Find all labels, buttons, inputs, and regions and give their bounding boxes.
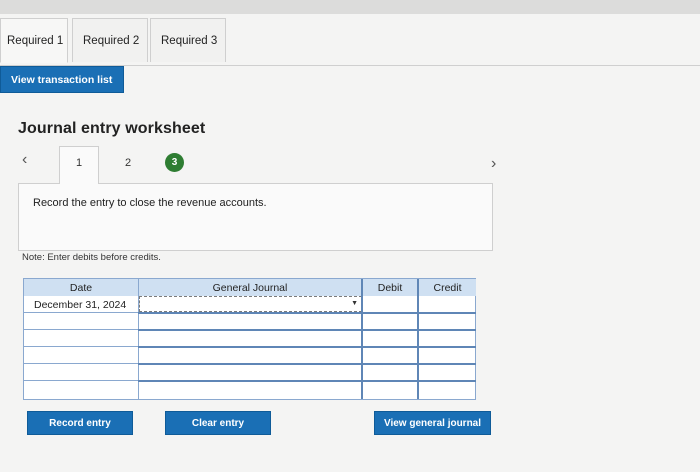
account-select[interactable]: ▼ — [139, 296, 362, 312]
debit-input[interactable] — [363, 314, 417, 329]
chevron-left-icon[interactable]: ‹ — [22, 151, 27, 169]
column-header-general-journal: General Journal — [139, 279, 361, 296]
tab-required-3[interactable]: Required 3 — [150, 18, 226, 62]
column-header-debit: Debit — [362, 279, 418, 296]
account-input[interactable] — [140, 382, 360, 398]
assignment-panel: Required 1 Required 2 Required 3 View tr… — [0, 14, 700, 472]
instruction-box: Record the entry to close the revenue ac… — [18, 183, 493, 251]
column-header-credit: Credit — [419, 279, 476, 296]
tab-required-1[interactable]: Required 1 — [0, 18, 68, 63]
account-input[interactable] — [140, 348, 360, 363]
tab-required-2[interactable]: Required 2 — [72, 18, 148, 62]
required-tabs: Required 1 Required 2 Required 3 — [0, 18, 700, 66]
debit-input[interactable] — [363, 331, 417, 346]
record-entry-button[interactable]: Record entry — [27, 411, 133, 435]
debit-input[interactable] — [363, 348, 417, 363]
column-header-date: Date — [24, 279, 138, 296]
view-transaction-list-button[interactable]: View transaction list — [0, 66, 124, 93]
debit-input[interactable] — [363, 296, 417, 312]
clear-entry-button[interactable]: Clear entry — [165, 411, 271, 435]
credit-input[interactable] — [419, 348, 475, 363]
dropdown-arrow-icon: ▼ — [351, 300, 358, 307]
step-tab-2[interactable]: 2 — [125, 157, 131, 169]
chevron-right-icon[interactable]: › — [491, 155, 496, 173]
credit-input[interactable] — [419, 365, 475, 380]
instruction-text: Record the entry to close the revenue ac… — [33, 197, 267, 209]
debit-input[interactable] — [363, 382, 417, 398]
date-cell: December 31, 2024 — [24, 296, 138, 313]
credit-input[interactable] — [419, 331, 475, 346]
step-tab-1[interactable]: 1 — [59, 146, 99, 184]
credit-input[interactable] — [419, 382, 475, 398]
account-input[interactable] — [140, 314, 360, 329]
account-input[interactable] — [140, 365, 360, 380]
credit-input[interactable] — [419, 314, 475, 329]
debit-input[interactable] — [363, 365, 417, 380]
page-title: Journal entry worksheet — [18, 120, 206, 137]
note-text: Note: Enter debits before credits. — [22, 252, 161, 263]
view-general-journal-button[interactable]: View general journal — [374, 411, 491, 435]
account-input[interactable] — [140, 331, 360, 346]
credit-input[interactable] — [419, 296, 475, 312]
step-tab-3-completed[interactable]: 3 — [165, 153, 184, 172]
journal-entry-table: Date General Journal Debit Credit Decemb… — [23, 278, 476, 400]
